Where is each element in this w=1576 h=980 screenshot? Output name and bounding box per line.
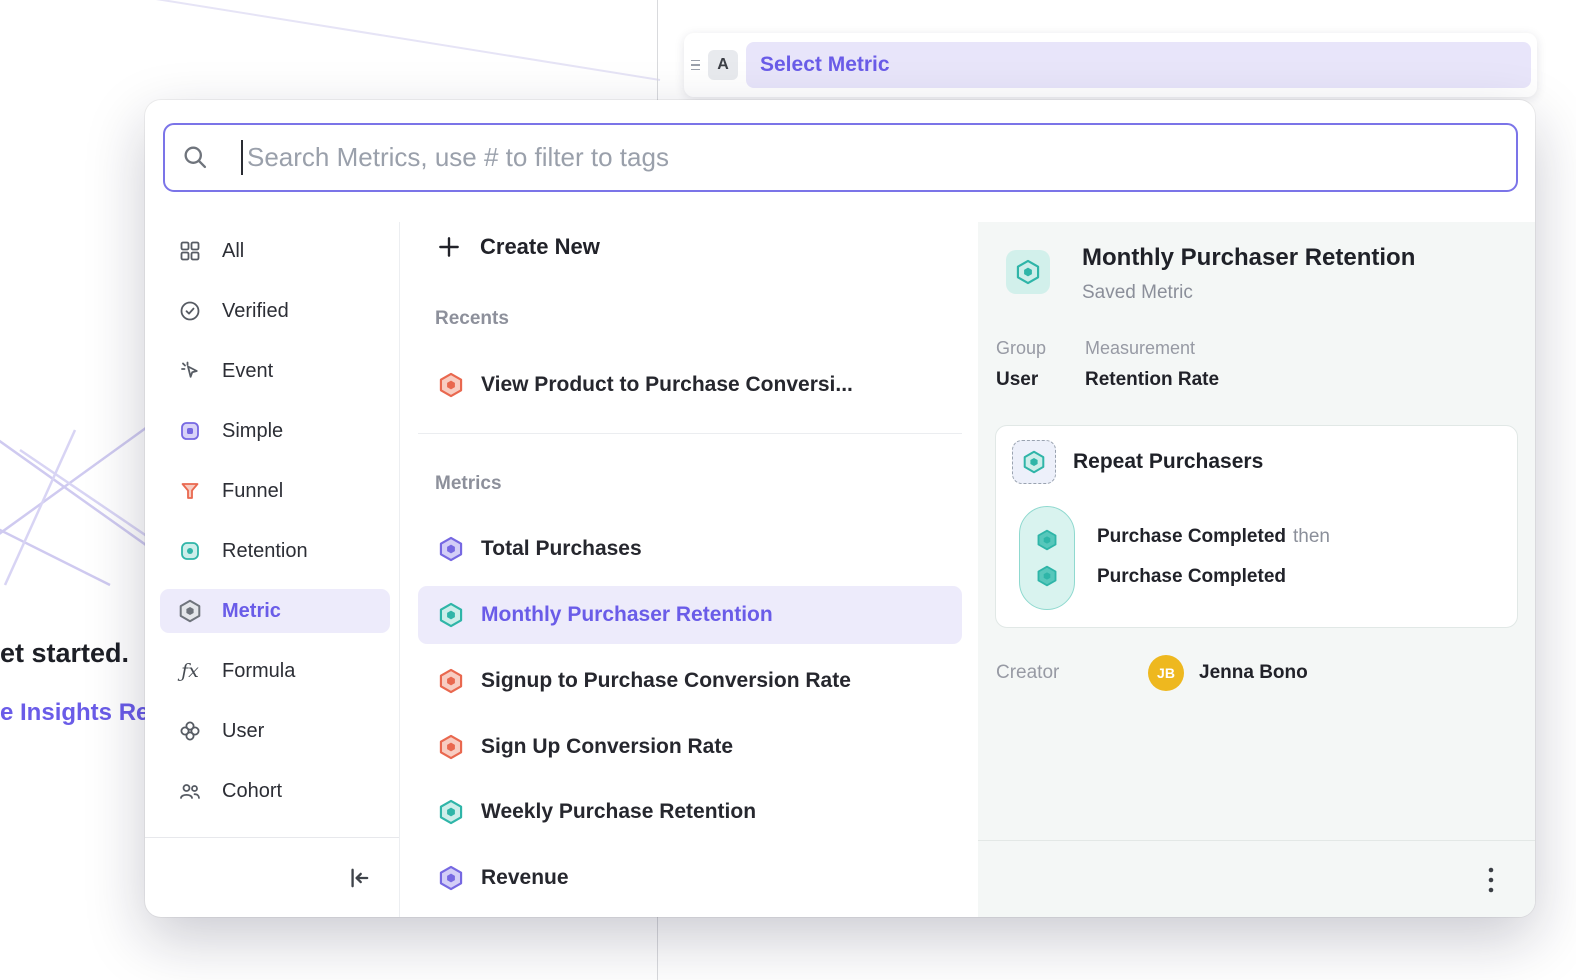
retention-metric-icon (438, 602, 464, 628)
measurement-label: Measurement (1085, 338, 1195, 359)
sidebar-item-label: Verified (222, 300, 289, 323)
drag-handle-icon[interactable] (688, 33, 702, 97)
metric-row[interactable]: Sign Up Conversion Rate (418, 718, 962, 776)
sidebar-item-funnel[interactable]: Funnel (160, 469, 390, 513)
sidebar-item-all[interactable]: All (160, 229, 390, 273)
metric-row-selected[interactable]: Monthly Purchaser Retention (418, 586, 962, 644)
metric-row-label: Total Purchases (481, 537, 642, 561)
step-connector: then (1293, 526, 1330, 547)
funnel-metric-icon (438, 372, 464, 398)
recents-section-label: Recents (435, 308, 509, 330)
formula-fx-icon: ƒx (178, 659, 202, 683)
metric-row-label: Revenue (481, 866, 569, 890)
sidebar-item-metric[interactable]: Metric (160, 589, 390, 633)
metric-row-label: Signup to Purchase Conversion Rate (481, 669, 851, 693)
series-letter-badge: A (708, 50, 738, 80)
kebab-menu-icon[interactable] (1481, 865, 1501, 895)
metric-hexagon-icon (178, 599, 202, 623)
funnel-metric-icon (438, 734, 464, 760)
metric-picker-modal: All Verified Event (145, 100, 1535, 917)
metric-row[interactable]: Weekly Purchase Retention (418, 783, 962, 841)
collapse-sidebar-icon[interactable] (345, 864, 373, 892)
step-1: Purchase Completed then (1097, 526, 1330, 548)
category-sidebar: All Verified Event (145, 222, 400, 917)
metric-type-icon (1006, 250, 1050, 294)
metric-detail-panel: Monthly Purchaser Retention Saved Metric… (978, 222, 1535, 917)
metric-row-label: Weekly Purchase Retention (481, 800, 756, 824)
recent-metric-row[interactable]: View Product to Purchase Conversi... (418, 356, 962, 414)
sidebar-footer (145, 837, 399, 917)
sidebar-item-label: Retention (222, 540, 308, 563)
user-flower-icon (178, 719, 202, 743)
sidebar-item-label: User (222, 720, 264, 743)
sidebar-item-formula[interactable]: ƒx Formula (160, 649, 390, 693)
text-caret (241, 140, 243, 175)
metric-row[interactable]: Revenue (418, 849, 962, 907)
sidebar-item-label: Event (222, 360, 273, 383)
measurement-value: Retention Rate (1085, 369, 1219, 391)
detail-footer (978, 840, 1535, 917)
sidebar-item-label: Cohort (222, 780, 282, 803)
retention-steps-pill (1019, 506, 1075, 610)
sidebar-item-retention[interactable]: Retention (160, 529, 390, 573)
repeat-purchasers-icon (1012, 440, 1056, 484)
cohort-people-icon (178, 779, 202, 803)
retention-metric-icon (438, 799, 464, 825)
sidebar-item-label: Formula (222, 660, 295, 683)
group-value: User (996, 369, 1038, 391)
step-hexagon-icon (1036, 565, 1058, 587)
sidebar-item-label: Funnel (222, 480, 283, 503)
sidebar-item-event[interactable]: Event (160, 349, 390, 393)
retention-icon (178, 539, 202, 563)
create-new-button[interactable]: Create New (436, 234, 600, 260)
detail-subtitle: Saved Metric (1082, 282, 1193, 304)
list-divider (418, 433, 962, 434)
metrics-section-label: Metrics (435, 473, 502, 495)
funnel-metric-icon (438, 668, 464, 694)
card-title: Repeat Purchasers (1073, 450, 1263, 474)
step-2: Purchase Completed (1097, 566, 1286, 588)
metric-row[interactable]: Total Purchases (418, 520, 962, 578)
simple-metric-icon (178, 419, 202, 443)
metric-selector-bar: A Select Metric (684, 33, 1537, 97)
metric-list-column: Create New Recents View Product to Purch… (400, 222, 978, 917)
step-2-event: Purchase Completed (1097, 566, 1286, 587)
sidebar-item-user[interactable]: User (160, 709, 390, 753)
background-insights-link-fragment[interactable]: e Insights Re (0, 699, 149, 727)
background-headline-fragment: et started. (0, 638, 129, 669)
sidebar-item-label: Simple (222, 420, 283, 443)
funnel-icon (178, 479, 202, 503)
search-input[interactable] (163, 123, 1518, 192)
sidebar-item-label: Metric (222, 600, 281, 623)
cursor-click-icon (178, 359, 202, 383)
sidebar-item-simple[interactable]: Simple (160, 409, 390, 453)
step-1-event: Purchase Completed (1097, 526, 1286, 547)
creator-label: Creator (996, 662, 1059, 684)
metric-row-label: Sign Up Conversion Rate (481, 735, 733, 759)
metric-row-label: Monthly Purchaser Retention (481, 603, 773, 627)
metric-definition-card: Repeat Purchasers Purchase Completed then… (995, 425, 1518, 628)
simple-metric-icon (438, 536, 464, 562)
detail-title: Monthly Purchaser Retention (1082, 244, 1415, 272)
creator-name: Jenna Bono (1199, 662, 1308, 684)
simple-metric-icon (438, 865, 464, 891)
grid-icon (178, 239, 202, 263)
metric-row-label: View Product to Purchase Conversi... (481, 373, 853, 397)
step-hexagon-icon (1036, 529, 1058, 551)
plus-icon (436, 234, 462, 260)
verified-badge-icon (178, 299, 202, 323)
sidebar-item-label: All (222, 240, 244, 263)
creator-avatar: JB (1148, 655, 1184, 691)
select-metric-button[interactable]: Select Metric (746, 42, 1531, 88)
sidebar-item-verified[interactable]: Verified (160, 289, 390, 333)
search-bar (163, 123, 1518, 192)
group-label: Group (996, 338, 1046, 359)
metric-row[interactable]: Signup to Purchase Conversion Rate (418, 652, 962, 710)
create-new-label: Create New (480, 234, 600, 260)
sidebar-item-cohort[interactable]: Cohort (160, 769, 390, 813)
